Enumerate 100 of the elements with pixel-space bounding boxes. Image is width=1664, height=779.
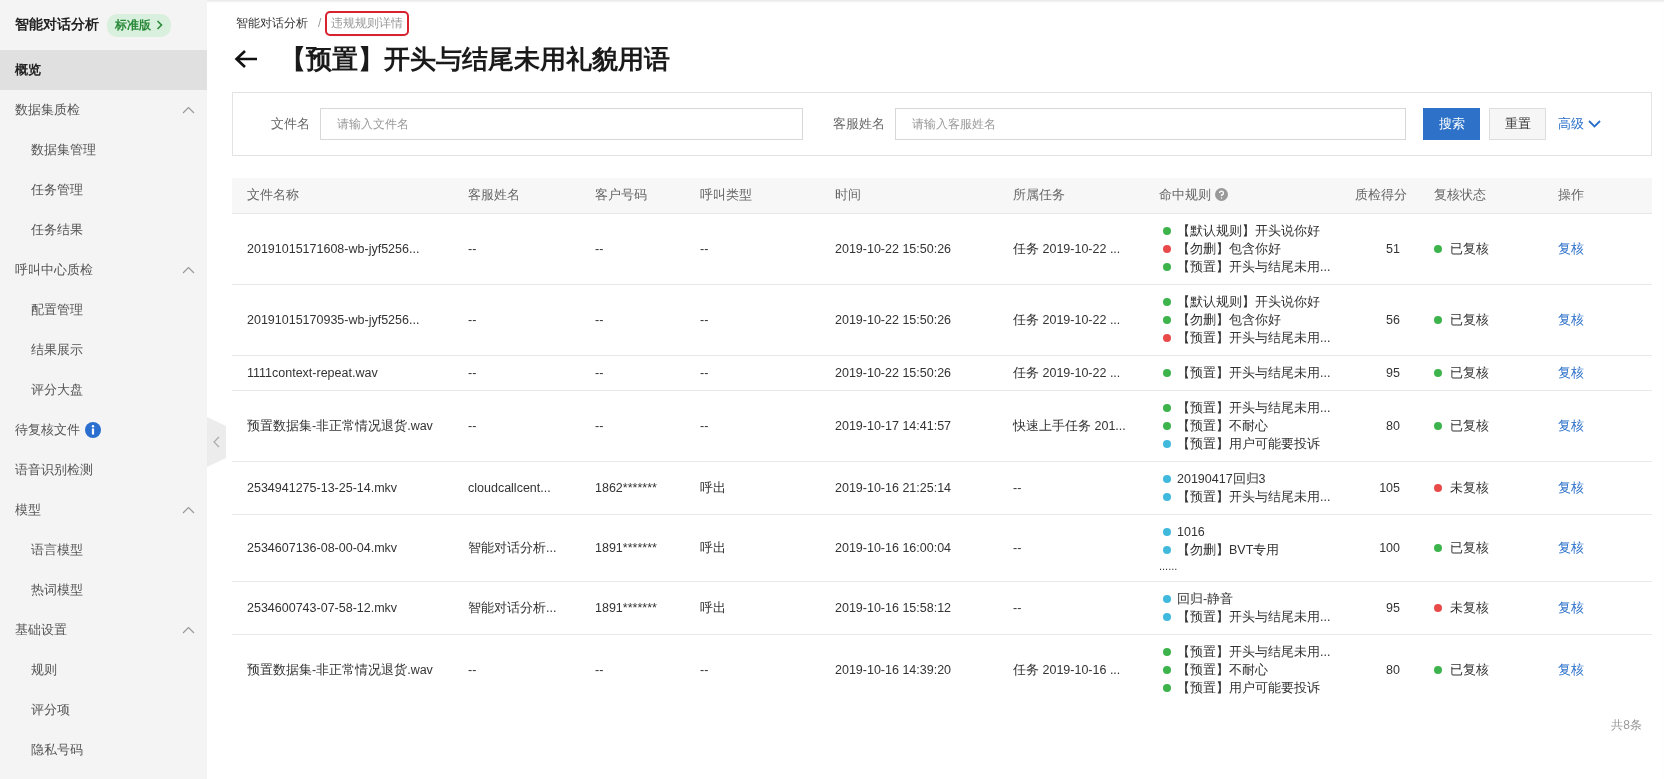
review-link[interactable]: 复核	[1558, 313, 1584, 327]
sidebar-item[interactable]: 基础设置	[0, 610, 207, 650]
table-cell: 2019-10-16 15:58:12	[835, 601, 952, 615]
table-cell: --	[595, 663, 604, 677]
rule-name: 【预置】用户可能要投诉	[1177, 680, 1320, 697]
product-name: 智能对话分析	[15, 16, 99, 34]
edition-badge[interactable]: 标准版	[107, 13, 171, 37]
sidebar-item[interactable]: 规则	[0, 650, 207, 690]
reset-button[interactable]: 重置	[1489, 108, 1546, 140]
rule-name: 回归-静音	[1177, 591, 1234, 608]
table-cell: 任务 2019-10-16 ...	[1013, 663, 1121, 677]
sidebar-item[interactable]: 模型	[0, 490, 207, 530]
breadcrumb-separator: /	[318, 16, 322, 30]
sidebar-item[interactable]: 评分项	[0, 690, 207, 730]
table-cell: --	[468, 419, 477, 433]
search-field[interactable]: 请输入文件名	[320, 108, 803, 140]
table-cell: 2019-10-16 21:25:14	[835, 481, 952, 495]
chevron-up-icon	[182, 506, 195, 514]
table-cell: 2534607136-08-00-04.mkv	[247, 541, 398, 555]
sidebar-item[interactable]: 热词模型	[0, 570, 207, 610]
sidebar-item[interactable]: 任务结果	[0, 210, 207, 250]
table-cell: --	[595, 366, 604, 380]
sidebar-item[interactable]: 语音识别检测	[0, 450, 207, 490]
table-cell: --	[700, 242, 709, 256]
rule-name: 【默认规则】开头说你好	[1177, 294, 1320, 311]
table-cell: 2019-10-16 14:39:20	[835, 663, 952, 677]
review-link[interactable]: 复核	[1558, 663, 1584, 677]
advanced-toggle[interactable]: 高级	[1558, 115, 1601, 133]
back-arrow-icon[interactable]	[234, 49, 258, 69]
sidebar-item[interactable]: 隐私号码	[0, 730, 207, 770]
review-link[interactable]: 复核	[1558, 242, 1584, 256]
chevron-down-icon	[1588, 120, 1601, 128]
table-cell: 20191015170935-wb-jyf5256...	[247, 313, 420, 327]
table-cell: 快速上手任务 201...	[1013, 419, 1126, 433]
table-cell: --	[700, 663, 709, 677]
chevron-up-icon	[182, 626, 195, 634]
chevron-up-icon	[182, 266, 195, 274]
page-title: 【预置】开头与结尾未用礼貌用语	[280, 42, 670, 76]
column-header: 客服姓名	[468, 188, 520, 202]
table-cell: 呼出	[700, 601, 726, 615]
table-cell: 智能对话分析...	[468, 541, 557, 555]
review-link[interactable]: 复核	[1558, 541, 1584, 555]
score-value: 105	[1379, 481, 1400, 495]
rule-name: 【默认规则】开头说你好	[1177, 223, 1320, 240]
breadcrumb-link[interactable]: 智能对话分析	[232, 12, 312, 34]
column-header: 客户号码	[595, 188, 647, 202]
table-cell: 呼出	[700, 541, 726, 555]
rule-name: 【勿删】包含你好	[1177, 241, 1281, 258]
score-value: 80	[1386, 663, 1400, 677]
sidebar-item[interactable]: 呼叫中心质检	[0, 250, 207, 290]
review-status: 未复核	[1450, 600, 1489, 617]
score-value: 100	[1379, 541, 1400, 555]
rule-name: 【预置】开头与结尾未用...	[1177, 489, 1331, 506]
search-field[interactable]: 请输入客服姓名	[895, 108, 1406, 140]
table-cell: --	[1013, 481, 1022, 495]
table-cell: 2534600743-07-58-12.mkv	[247, 601, 398, 615]
table-cell: 1891*******	[595, 541, 657, 555]
review-status: 已复核	[1450, 662, 1489, 679]
column-header: 操作	[1558, 188, 1584, 202]
table-cell: --	[700, 366, 709, 380]
sidebar-item[interactable]: 概览	[0, 50, 207, 90]
rule-name: 【预置】开头与结尾未用...	[1177, 644, 1331, 661]
table-cell: --	[595, 313, 604, 327]
rule-name: 【预置】用户可能要投诉	[1177, 436, 1320, 453]
field-label: 文件名	[271, 115, 310, 133]
review-status: 已复核	[1450, 312, 1489, 329]
column-header: 复核状态	[1434, 188, 1486, 202]
review-status: 已复核	[1450, 418, 1489, 435]
sidebar-item[interactable]: 语言模型	[0, 530, 207, 570]
table-cell: 任务 2019-10-22 ...	[1013, 313, 1121, 327]
table-cell: 智能对话分析...	[468, 601, 557, 615]
chevron-right-icon	[156, 20, 163, 30]
rule-name: 【预置】开头与结尾未用...	[1177, 400, 1331, 417]
sidebar-item[interactable]: 待复核文件	[0, 410, 207, 450]
table-cell: --	[468, 313, 477, 327]
review-link[interactable]: 复核	[1558, 481, 1584, 495]
sidebar-item[interactable]: 结果展示	[0, 330, 207, 370]
review-link[interactable]: 复核	[1558, 366, 1584, 380]
table-cell: 2019-10-17 14:41:57	[835, 419, 952, 433]
table-cell: 预置数据集-非正常情况退货.wav	[247, 419, 433, 433]
column-header: 所属任务	[1013, 188, 1065, 202]
table-cell: 1891*******	[595, 601, 657, 615]
search-button[interactable]: 搜索	[1423, 108, 1480, 140]
table-cell: --	[468, 366, 477, 380]
review-status: 已复核	[1450, 365, 1489, 382]
review-link[interactable]: 复核	[1558, 601, 1584, 615]
sidebar-item[interactable]: 任务管理	[0, 170, 207, 210]
sidebar-item[interactable]: 数据集质检	[0, 90, 207, 130]
review-status: 已复核	[1450, 241, 1489, 258]
rule-name: 【预置】开头与结尾未用...	[1177, 259, 1331, 276]
chevron-left-icon	[213, 436, 220, 448]
sidebar-item[interactable]: 配置管理	[0, 290, 207, 330]
column-header: 时间	[835, 188, 861, 202]
rule-name: 【勿删】BVT专用	[1177, 542, 1280, 559]
table-cell: 任务 2019-10-22 ...	[1013, 366, 1121, 380]
score-value: 80	[1386, 419, 1400, 433]
sidebar-item[interactable]: 数据集管理	[0, 130, 207, 170]
table-cell: --	[700, 419, 709, 433]
review-link[interactable]: 复核	[1558, 419, 1584, 433]
sidebar-item[interactable]: 评分大盘	[0, 370, 207, 410]
